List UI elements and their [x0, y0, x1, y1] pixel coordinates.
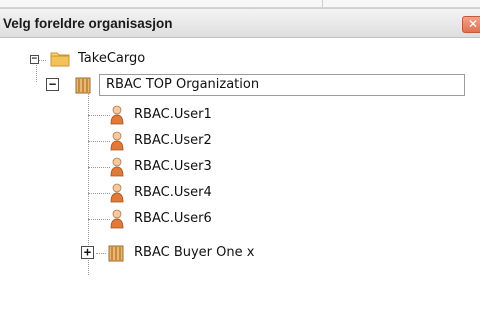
tree-node-user[interactable]: RBAC.User3 — [110, 156, 290, 178]
tree-node-label: RBAC.User2 — [134, 133, 212, 148]
tree-node-label-selected: RBAC TOP Organization — [99, 74, 465, 96]
tree-node-rbac-buyer-one-x[interactable]: + RBAC Buyer One x — [81, 242, 341, 264]
close-button[interactable]: ✕ — [462, 16, 480, 33]
tree-connector — [88, 193, 110, 194]
tree-node-user[interactable]: RBAC.User4 — [110, 182, 290, 204]
toolbar-divider — [322, 0, 323, 7]
minus-icon: − — [48, 77, 57, 91]
user-icon — [110, 209, 124, 229]
organization-icon — [108, 245, 124, 262]
tree-node-user[interactable]: RBAC.User6 — [110, 208, 290, 230]
folder-icon — [50, 52, 70, 67]
user-icon — [110, 131, 124, 151]
tree-node-label: TakeCargo — [78, 51, 146, 66]
dialog-titlebar: Velg foreldre organisasjon ✕ — [0, 8, 480, 38]
expand-toggle[interactable]: + — [81, 246, 94, 259]
user-icon — [110, 157, 124, 177]
select-parent-organization-dialog: Velg foreldre organisasjon ✕ − TakeCargo — [0, 8, 480, 314]
background-toolbar-strip — [0, 0, 480, 8]
tree-node-user[interactable]: RBAC.User1 — [110, 104, 290, 126]
tree-node-user[interactable]: RBAC.User2 — [110, 130, 290, 152]
plus-icon: + — [83, 245, 92, 259]
organization-icon — [75, 77, 91, 94]
organization-tree: − TakeCargo − RBAC TOP Organization RBAC… — [0, 38, 480, 308]
tree-node-label: RBAC.User4 — [134, 185, 212, 200]
tree-node-takecargo[interactable]: − TakeCargo — [30, 48, 230, 70]
user-icon — [110, 183, 124, 203]
minus-icon: − — [31, 54, 38, 64]
dialog-title: Velg foreldre organisasjon — [3, 16, 173, 31]
collapse-toggle[interactable]: − — [46, 78, 59, 91]
tree-node-label: RBAC.User1 — [134, 107, 212, 122]
tree-connector — [88, 141, 110, 142]
tree-node-label: RBAC.User6 — [134, 211, 212, 226]
tree-connector — [88, 167, 110, 168]
close-icon: ✕ — [467, 17, 479, 31]
tree-node-label: RBAC.User3 — [134, 159, 212, 174]
tree-node-label: RBAC Buyer One x — [134, 245, 255, 260]
tree-connector — [88, 219, 110, 220]
collapse-toggle[interactable]: − — [30, 55, 39, 64]
tree-connector — [88, 115, 110, 116]
user-icon — [110, 105, 124, 125]
tree-node-rbac-top-organization[interactable]: − RBAC TOP Organization — [46, 74, 470, 96]
